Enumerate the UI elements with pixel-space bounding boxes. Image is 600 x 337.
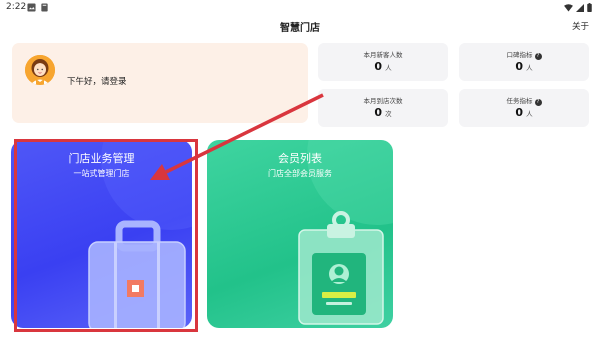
stat-label-row: 口碑指标? bbox=[459, 49, 589, 60]
stat-label: 本月到店次数 bbox=[363, 97, 403, 105]
stat-unit: 人 bbox=[526, 64, 533, 72]
help-icon[interactable]: ? bbox=[534, 53, 542, 60]
status-time: 2:22 bbox=[6, 2, 27, 12]
stat-value: 0 bbox=[374, 106, 383, 119]
stat-value-row: 0人 bbox=[459, 106, 589, 119]
store-management-card[interactable]: 门店业务管理 一站式管理门店 bbox=[11, 140, 192, 328]
storage-notification-icon bbox=[41, 3, 48, 12]
stat-label: 本月新客人数 bbox=[363, 51, 403, 59]
card-title: 会员列表 bbox=[278, 152, 322, 165]
stat-card-reputation: 口碑指标? 0人 bbox=[459, 43, 589, 81]
page-title: 智慧门店 bbox=[280, 23, 320, 34]
stat-label: 口碑指标 bbox=[506, 51, 533, 59]
battery-icon bbox=[587, 3, 592, 12]
stat-unit: 人 bbox=[526, 110, 533, 118]
stat-value-row: 0次 bbox=[318, 106, 448, 119]
status-bar: 2:22 bbox=[0, 0, 600, 16]
stat-card-new-customers: 本月新客人数 0人 bbox=[318, 43, 448, 81]
card-title: 门店业务管理 bbox=[68, 152, 135, 165]
stat-card-visits: 本月到店次数 0次 bbox=[318, 89, 448, 127]
status-icons bbox=[564, 3, 592, 12]
stat-value-row: 0人 bbox=[318, 60, 448, 73]
stat-card-tasks: 任务指标? 0人 bbox=[459, 89, 589, 127]
stat-label: 任务指标 bbox=[506, 97, 533, 105]
member-list-card[interactable]: 会员列表 门店全部会员服务 bbox=[207, 140, 393, 328]
about-button[interactable]: 关于 bbox=[572, 20, 589, 32]
signal-icon bbox=[576, 3, 584, 12]
user-avatar-icon bbox=[25, 55, 55, 85]
stat-unit: 次 bbox=[385, 110, 392, 118]
stat-unit: 人 bbox=[385, 64, 392, 72]
avatar bbox=[25, 55, 55, 85]
card-subtitle: 一站式管理门店 bbox=[73, 169, 130, 178]
login-greeting[interactable]: 下午好，请登录 bbox=[67, 75, 127, 87]
stat-value-row: 0人 bbox=[459, 60, 589, 73]
stat-value: 0 bbox=[515, 60, 524, 73]
card-subtitle: 门店全部会员服务 bbox=[268, 169, 332, 178]
image-notification-icon bbox=[27, 3, 36, 12]
stat-value: 0 bbox=[374, 60, 383, 73]
stat-label-row: 任务指标? bbox=[459, 95, 589, 106]
wifi-icon bbox=[564, 3, 573, 12]
help-icon[interactable]: ? bbox=[534, 99, 542, 106]
login-card[interactable]: 下午好，请登录 bbox=[12, 43, 308, 123]
stat-value: 0 bbox=[515, 106, 524, 119]
